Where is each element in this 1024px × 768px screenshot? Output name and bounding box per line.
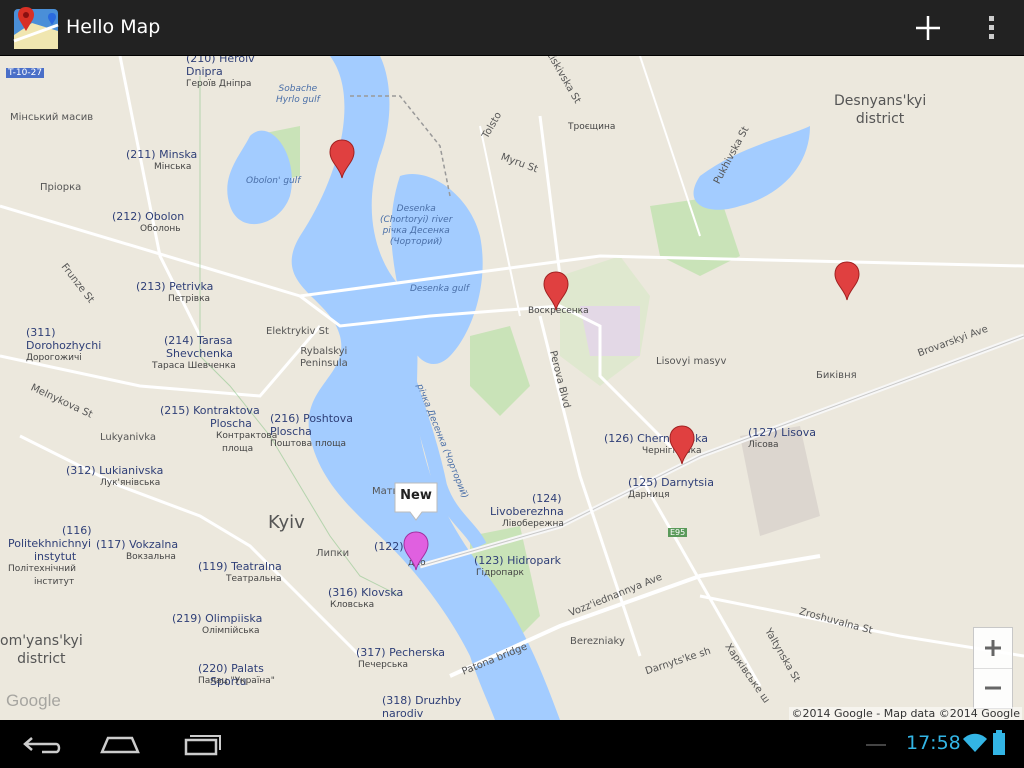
metro-station-label: (117) Vokzalna Вокзальна [96, 538, 179, 562]
map-pin-icon [403, 531, 429, 571]
district-label: Desnyans'kyi district [834, 93, 927, 127]
google-logo: Google [6, 691, 61, 710]
map-marker-3[interactable] [833, 260, 861, 302]
notification-divider [866, 744, 886, 746]
water-label: Obolon' gulf [246, 176, 301, 186]
metro-station-label: (213) Petrivka Петрівка [136, 280, 214, 304]
area-label: Rybalskyi Peninsula [300, 346, 348, 369]
home-icon [100, 736, 140, 754]
map-marker-new[interactable] [402, 530, 430, 572]
metro-station-label: (317) Pecherska Печерська [356, 646, 446, 670]
overflow-menu-icon [989, 16, 994, 39]
map-marker-2[interactable] [542, 270, 570, 312]
zoom-out-button[interactable] [974, 668, 1012, 708]
plus-icon [916, 16, 940, 40]
back-button[interactable] [12, 728, 72, 760]
water-label: Desenka (Chortoryi) river річка Десенка (Чо… [380, 204, 453, 247]
area-label: Lukyanivka [100, 432, 156, 443]
wifi-icon [962, 732, 988, 754]
highway-shield: T-10-27 [6, 68, 45, 78]
map-pin-icon [834, 261, 860, 301]
marker-info-window[interactable]: New [394, 482, 438, 521]
minus-icon [985, 686, 1001, 690]
metro-station-label: (127) Lisova Лісова [748, 426, 816, 450]
metro-station-label: (216) Poshtova Ploscha Поштова площа [270, 412, 354, 449]
battery-icon [992, 730, 1006, 756]
area-label: Lisovyi masyv [656, 356, 727, 367]
metro-station-label: (311) Dorohozhychi Дорогожичі [26, 326, 102, 363]
app-icon[interactable] [12, 5, 61, 51]
overflow-menu-button[interactable] [970, 6, 1014, 50]
status-clock[interactable]: 17:58 [906, 732, 961, 754]
street-label: Elektrykiv St [266, 326, 329, 337]
metro-station-label: (125) Darnytsia Дарниця [628, 476, 714, 500]
area-label: Липки [316, 548, 350, 559]
area-label: Пріорка [40, 182, 82, 193]
highway-shield: E95 [668, 528, 688, 537]
plus-icon [985, 640, 1001, 656]
metro-station-label: (312) Lukianivska Лук'янівська [66, 464, 164, 488]
map-attribution[interactable]: ©2014 Google - Map data ©2014 Google [789, 707, 1022, 720]
back-icon [23, 737, 61, 754]
area-label: Мінський масив [10, 112, 94, 123]
metro-station-label: (318) Druzhby narodiv [382, 694, 462, 720]
info-window-title: New [400, 488, 432, 503]
area-label: Троєщина [568, 122, 616, 132]
action-bar: Hello Map [0, 0, 1024, 56]
metro-station-label: (124) Livoberezhna Лівобережна [490, 492, 564, 529]
metro-station-label: (212) Obolon Оболонь [112, 210, 185, 234]
map-pin-icon [329, 139, 355, 179]
metro-station-label: (119) Teatralna Театральна [198, 560, 282, 584]
add-button[interactable] [904, 6, 952, 50]
recent-apps-button[interactable] [172, 728, 232, 760]
map-marker-4[interactable] [668, 424, 696, 466]
area-label: Биківня [816, 370, 857, 381]
map-view[interactable]: T-10-27 Мінський масив Пріорка Desnyans'… [0, 56, 1024, 720]
metro-station-label: (123) Hidropark Гідропарк [474, 554, 562, 578]
metro-station-label: (214) Tarasa Shevchenka Тараса Шевченка [152, 334, 236, 371]
metro-station-label: (211) Minska Мінська [126, 148, 198, 172]
map-pin-icon [669, 425, 695, 465]
water-label: Sobache Hyrlo gulf [276, 84, 320, 105]
district-label: om'yans'kyi district [0, 633, 83, 667]
map-pin-icon [543, 271, 569, 311]
water-label: Desenka gulf [410, 284, 470, 294]
metro-station-label: (116) Politekhnichnyi instytut Політехнічни… [8, 524, 92, 587]
zoom-in-button[interactable] [974, 628, 1012, 669]
area-label: Berezniaky [570, 636, 625, 647]
app-title: Hello Map [66, 16, 161, 38]
home-button[interactable] [90, 728, 150, 760]
recent-apps-icon [184, 735, 221, 756]
metro-station-label: (210) Heroiv Dnipra Героїв Дніпра [186, 56, 255, 89]
metro-station-label: (219) Olimpiiska Олімпійська [172, 612, 263, 636]
metro-station-label: (316) Klovska Кловська [328, 586, 404, 610]
system-nav-bar: 17:58 [0, 720, 1024, 768]
map-marker-1[interactable] [328, 138, 356, 180]
city-label: Kyiv [268, 512, 305, 533]
metro-station-label: (220) Palats Sportu Палац "Україна" [198, 662, 275, 688]
zoom-controls [973, 627, 1013, 709]
metro-station-label: (215) Kontraktova Ploscha Контрактова площа [160, 404, 278, 454]
